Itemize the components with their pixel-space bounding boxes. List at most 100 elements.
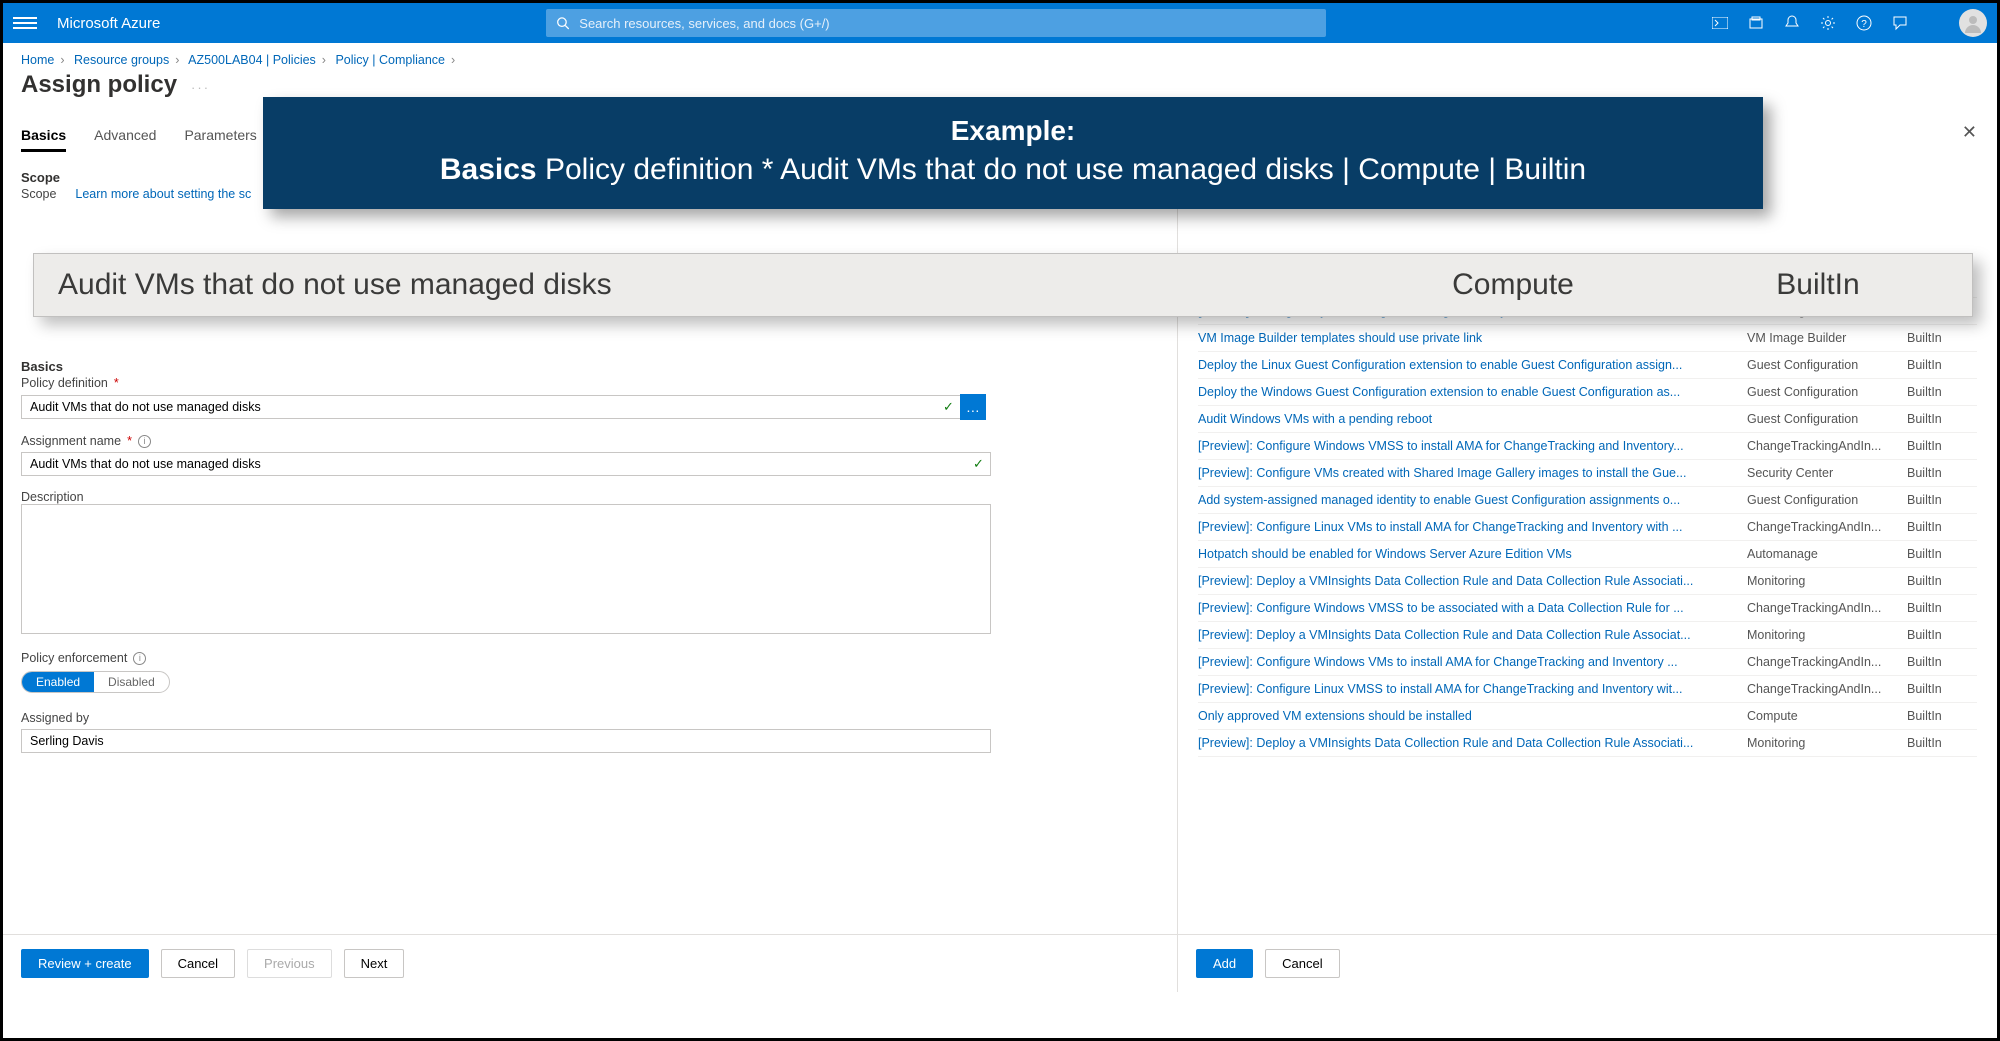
definition-row[interactable]: [Preview]: Deploy a VMInsights Data Coll… [1198,622,1977,649]
tab-basics[interactable]: Basics [21,121,66,152]
cloud-shell-icon[interactable] [1711,14,1729,32]
definition-type: BuiltIn [1907,331,1977,345]
definition-type: BuiltIn [1907,385,1977,399]
feedback-icon[interactable] [1891,14,1909,32]
definition-type: BuiltIn [1907,574,1977,588]
definition-name: Add system-assigned managed identity to … [1198,493,1747,507]
definition-category: Monitoring [1747,628,1907,642]
policy-definition-picker-button[interactable]: … [960,394,986,420]
definition-name: Deploy the Windows Guest Configuration e… [1198,385,1747,399]
crumb-lab[interactable]: AZ500LAB04 | Policies [188,53,316,67]
definition-category: Guest Configuration [1747,358,1907,372]
definition-row[interactable]: [Preview]: Configure Windows VMSS to be … [1198,595,1977,622]
callout-def-type: BuiltIn [1688,268,1948,302]
callout-example: Example: Basics Policy definition * Audi… [263,97,1763,209]
definition-type: BuiltIn [1907,709,1977,723]
definition-row[interactable]: Audit Windows VMs with a pending rebootG… [1198,406,1977,433]
breadcrumb: Home› Resource groups› AZ500LAB04 | Poli… [3,43,1997,67]
notifications-icon[interactable] [1783,14,1801,32]
definition-category: Guest Configuration [1747,493,1907,507]
description-textarea[interactable] [21,504,991,634]
right-footer: Add Cancel [1178,934,1997,992]
enforcement-label: Policy enforcement [21,651,127,665]
definition-category: ChangeTrackingAndIn... [1747,520,1907,534]
directory-icon[interactable] [1747,14,1765,32]
definition-type: BuiltIn [1907,547,1977,561]
definition-row[interactable]: Deploy the Linux Guest Configuration ext… [1198,352,1977,379]
definitions-list[interactable]: ......enterBuiltIn[Preview]: Configure s… [1178,271,1997,992]
definition-type: BuiltIn [1907,358,1977,372]
definition-category: ChangeTrackingAndIn... [1747,682,1907,696]
global-search-input[interactable] [577,15,1315,32]
close-icon[interactable]: ✕ [1962,122,1977,143]
definition-row[interactable]: Deploy the Windows Guest Configuration e… [1198,379,1977,406]
required-indicator: * [114,376,119,390]
left-footer: Review + create Cancel Previous Next [3,934,1177,992]
info-icon[interactable]: i [133,652,146,665]
definition-name: Audit Windows VMs with a pending reboot [1198,412,1747,426]
top-bar: Microsoft Azure ? [3,3,1997,43]
definition-name: [Preview]: Configure Windows VMSS to ins… [1198,439,1747,453]
definition-row[interactable]: [Preview]: Deploy a VMInsights Data Coll… [1198,730,1977,757]
assigned-by-input[interactable] [21,729,991,753]
previous-button: Previous [247,949,332,978]
definition-name: [Preview]: Deploy a VMInsights Data Coll… [1198,574,1747,588]
info-icon[interactable]: i [138,435,151,448]
assign-policy-form: Basics Advanced Parameters Scope Scope L… [3,107,1177,992]
definition-name: [Preview]: Deploy a VMInsights Data Coll… [1198,628,1747,642]
review-create-button[interactable]: Review + create [21,949,149,978]
assignment-name-input[interactable] [21,452,991,476]
definition-type: BuiltIn [1907,655,1977,669]
callout-line2-rest: Policy definition * Audit VMs that do no… [537,153,1587,186]
description-label: Description [21,490,84,504]
definition-category: Guest Configuration [1747,412,1907,426]
definition-row[interactable]: [Preview]: Deploy a VMInsights Data Coll… [1198,568,1977,595]
enforcement-enabled[interactable]: Enabled [22,672,94,692]
definition-row[interactable]: [Preview]: Configure Windows VMs to inst… [1198,649,1977,676]
cancel-button[interactable]: Cancel [1265,949,1339,978]
definition-name: [Preview]: Configure VMs created with Sh… [1198,466,1747,480]
help-icon[interactable]: ? [1855,14,1873,32]
definition-name: VM Image Builder templates should use pr… [1198,331,1747,345]
definition-row[interactable]: Add system-assigned managed identity to … [1198,487,1977,514]
definition-category: VM Image Builder [1747,331,1907,345]
user-avatar[interactable] [1959,9,1987,37]
cancel-button[interactable]: Cancel [161,949,235,978]
gear-icon[interactable] [1819,14,1837,32]
enforcement-disabled[interactable]: Disabled [94,672,169,692]
definition-name: [Preview]: Configure Linux VMSS to insta… [1198,682,1747,696]
definition-category: ChangeTrackingAndIn... [1747,601,1907,615]
global-search[interactable] [546,9,1326,37]
definition-row[interactable]: VM Image Builder templates should use pr… [1198,325,1977,352]
crumb-home[interactable]: Home [21,53,54,67]
enforcement-toggle[interactable]: Enabled Disabled [21,671,170,693]
tab-advanced[interactable]: Advanced [94,121,156,152]
callout-line2-bold: Basics [440,153,537,186]
menu-icon[interactable] [13,17,37,29]
definition-row[interactable]: [Preview]: Configure Linux VMs to instal… [1198,514,1977,541]
definition-row[interactable]: Only approved VM extensions should be in… [1198,703,1977,730]
callout-def-category: Compute [1338,268,1688,302]
definition-type: BuiltIn [1907,439,1977,453]
next-button[interactable]: Next [344,949,405,978]
definition-category: ChangeTrackingAndIn... [1747,439,1907,453]
crumb-rg[interactable]: Resource groups [74,53,169,67]
definition-type: BuiltIn [1907,493,1977,507]
definition-row[interactable]: [Preview]: Configure Linux VMSS to insta… [1198,676,1977,703]
definition-type: BuiltIn [1907,628,1977,642]
add-button[interactable]: Add [1196,949,1253,978]
callout-line1: Example: [291,115,1735,147]
basics-section: Basics Policy definition * ✓ … Assignmen… [21,359,1159,753]
definition-row[interactable]: [Preview]: Configure VMs created with Sh… [1198,460,1977,487]
policy-definition-input[interactable] [21,395,961,419]
definition-row[interactable]: Hotpatch should be enabled for Windows S… [1198,541,1977,568]
definition-category: Automanage [1747,547,1907,561]
tab-parameters[interactable]: Parameters [184,121,256,152]
crumb-compliance[interactable]: Policy | Compliance [335,53,445,67]
definition-type: BuiltIn [1907,736,1977,750]
definition-name: [Preview]: Deploy a VMInsights Data Coll… [1198,736,1747,750]
more-icon[interactable]: ··· [191,80,210,95]
scope-hint-link[interactable]: Learn more about setting the sc [75,187,251,201]
page-title: Assign policy [21,71,177,99]
definition-row[interactable]: [Preview]: Configure Windows VMSS to ins… [1198,433,1977,460]
